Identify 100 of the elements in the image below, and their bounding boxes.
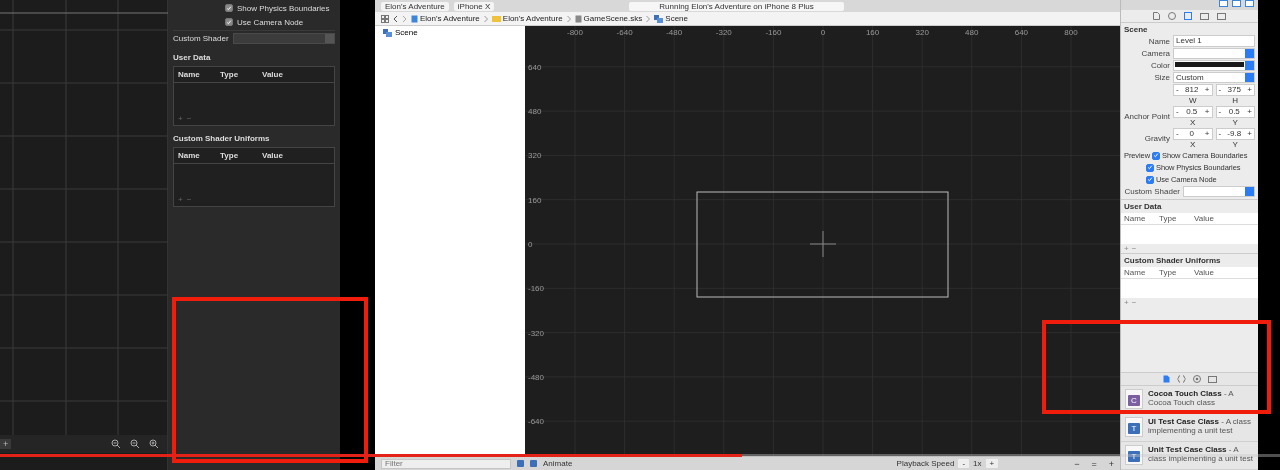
document-icon <box>411 14 418 23</box>
checkbox[interactable] <box>1152 151 1160 160</box>
zoom-reset-button[interactable]: = <box>1091 458 1097 469</box>
scene-icon <box>383 28 392 37</box>
speed-stepper[interactable]: + <box>985 459 999 468</box>
section-title: Scene <box>1124 25 1149 34</box>
checkbox-label: Show Physics Boundaries <box>237 3 330 13</box>
ruler-label: -320 <box>715 28 732 37</box>
number-stepper[interactable]: - -9.8 + <box>1215 128 1255 140</box>
checkbox[interactable] <box>1146 163 1154 172</box>
device-selector[interactable]: iPhone X <box>453 1 495 11</box>
template-description[interactable]: Cocoa Touch Class - A Cocoa Touch class <box>1148 389 1254 407</box>
name-field[interactable]: Level 1 <box>1173 35 1255 47</box>
ruler-label: -640 <box>616 28 633 37</box>
column-header: Name <box>1124 214 1147 223</box>
number-stepper[interactable]: - 375 + <box>1215 84 1255 96</box>
number-stepper[interactable]: - 0 + <box>1173 128 1213 140</box>
video-progress-bar[interactable] <box>0 454 1280 457</box>
file-icon <box>574 14 582 23</box>
column-header: Value <box>262 151 284 160</box>
help-icon[interactable] <box>1168 12 1176 20</box>
zoom-out-icon[interactable] <box>130 439 140 449</box>
filter-field[interactable]: Filter <box>381 458 511 469</box>
field-label: Name <box>1147 36 1170 46</box>
grid-icon[interactable] <box>381 14 389 23</box>
number-stepper[interactable]: - 0.5 + <box>1173 106 1213 118</box>
column-header: Type <box>220 151 240 160</box>
field-label: Custom Shader <box>1124 187 1180 196</box>
checkbox[interactable] <box>1146 175 1154 184</box>
number-stepper[interactable]: - 812 + <box>1173 84 1213 96</box>
zoom-in-icon[interactable] <box>149 439 159 449</box>
axis-label: X <box>1190 140 1196 149</box>
breadcrumb[interactable]: GameScene.sks <box>583 14 643 23</box>
shader-dropdown[interactable] <box>232 32 335 44</box>
template-description[interactable]: UI Test Case Class - A class implementing a unit test <box>1148 417 1254 435</box>
breadcrumb[interactable]: Elon's Adventure <box>502 14 563 23</box>
field-label: Camera <box>1140 49 1170 58</box>
axis-label: Y <box>1232 118 1238 127</box>
field-label: Anchor Point <box>1124 112 1170 121</box>
ruler-label: -320 <box>528 328 544 338</box>
size-dropdown[interactable]: Custom <box>1173 72 1255 83</box>
camera-dropdown[interactable] <box>1173 48 1255 59</box>
ruler-label: -160 <box>528 284 544 294</box>
playback-speed-label: Playback Speed <box>896 459 955 468</box>
ruler-label: 480 <box>528 107 542 117</box>
ruler-label: 160 <box>865 28 880 37</box>
scene-icon <box>654 14 664 23</box>
ruler-label: -480 <box>666 28 683 37</box>
file-icon[interactable] <box>1162 375 1170 383</box>
ruler-label: -480 <box>528 372 544 382</box>
folder-icon <box>491 15 501 22</box>
add-button[interactable]: + <box>0 439 12 449</box>
braces-icon[interactable] <box>1176 375 1186 383</box>
zoom-in-button[interactable]: + <box>1108 458 1114 469</box>
breadcrumb[interactable]: Scene <box>665 14 688 23</box>
ruler-label: 0 <box>820 28 826 37</box>
back-icon[interactable] <box>393 14 398 23</box>
scheme-selector[interactable]: Elon's Adventure <box>381 1 449 11</box>
column-header: Name <box>178 151 201 160</box>
checkbox-label: Use Camera Node <box>237 17 304 27</box>
ruler-label: 800 <box>1064 28 1078 37</box>
class-template-icon: C <box>1125 389 1143 409</box>
camera-frame[interactable] <box>696 191 949 298</box>
ruler-label: -640 <box>528 417 544 427</box>
window-icon[interactable] <box>1217 12 1226 20</box>
field-label: Gravity <box>1143 134 1170 143</box>
zoom-out-icon[interactable] <box>111 439 121 449</box>
ruler-label: 480 <box>965 28 979 37</box>
axis-label: X <box>1190 118 1196 127</box>
chevron-icon <box>646 14 651 23</box>
target-icon[interactable] <box>1192 375 1201 383</box>
color-well[interactable] <box>1173 60 1255 71</box>
template-description[interactable]: Unit Test Case Class - A class implementing a unit test <box>1148 445 1254 463</box>
checkbox[interactable] <box>225 18 233 26</box>
ruler-icon[interactable] <box>1200 12 1209 20</box>
field-label: Custom Shader <box>173 33 229 43</box>
ruler-label: 320 <box>915 28 929 37</box>
ruler-label: 320 <box>528 151 542 161</box>
column-header: Value <box>1194 214 1215 223</box>
media-icon[interactable] <box>1207 375 1217 383</box>
breadcrumb[interactable]: Elon's Adventure <box>420 14 480 23</box>
file-icon[interactable] <box>1153 12 1160 20</box>
chevron-icon <box>566 14 571 23</box>
speed-value: 1x <box>973 459 982 468</box>
column-header: Type <box>1159 214 1178 223</box>
speed-stepper[interactable]: - <box>958 459 970 468</box>
zoom-out-button[interactable]: − <box>1074 458 1080 469</box>
section-title: User Data <box>173 53 212 62</box>
attributes-icon[interactable] <box>1184 12 1192 20</box>
outline-item[interactable]: Scene <box>375 27 525 38</box>
checkbox[interactable] <box>225 4 233 12</box>
scene-canvas[interactable]: -800 -640 -480 -320 -160 0 160 320 480 640 800 640 480 320 160 0 -160 -320 -480 -640 <box>525 26 1120 456</box>
number-stepper[interactable]: - 0.5 + <box>1215 106 1255 118</box>
ruler-label: -800 <box>567 28 583 37</box>
activity-status: Running Elon's Adventure on iPhone 8 Plus <box>629 1 844 11</box>
section-title: Custom Shader Uniforms <box>173 134 271 143</box>
axis-label: Y <box>1232 140 1238 149</box>
column-header: Name <box>1124 268 1147 277</box>
column-header: Name <box>178 70 201 79</box>
ruler-label: 0 <box>528 240 533 249</box>
